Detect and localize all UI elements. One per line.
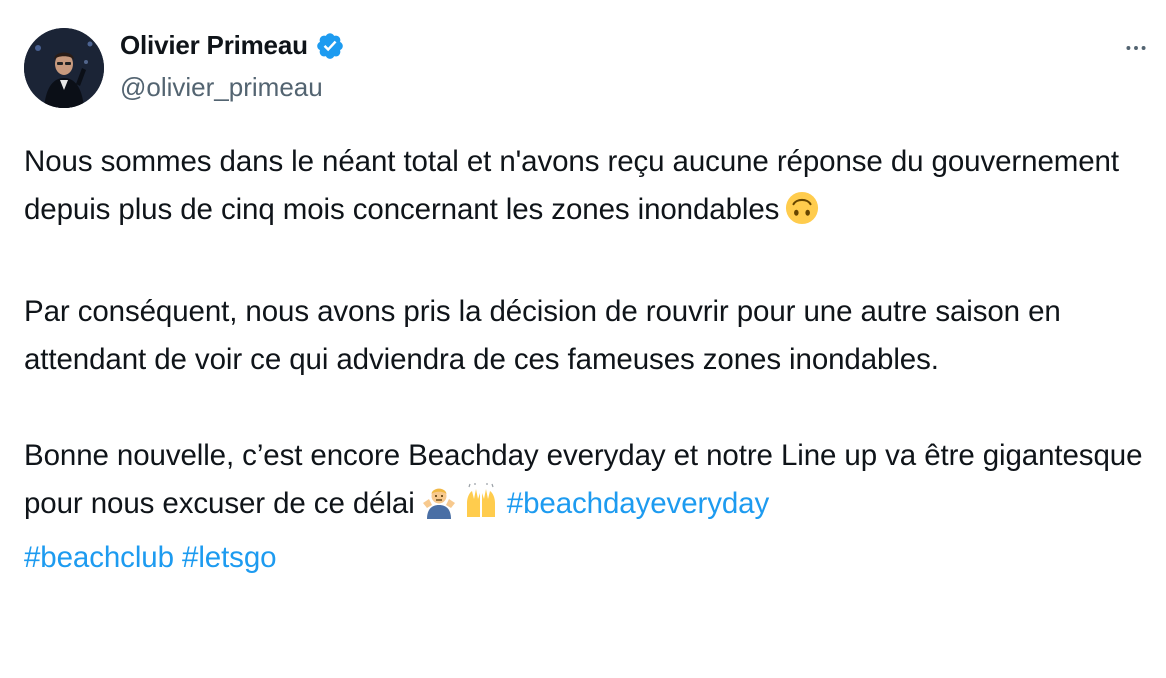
man-shrugging-icon bbox=[421, 483, 457, 534]
author-name-row: Olivier Primeau bbox=[120, 30, 345, 61]
tweet-paragraph-1: Nous sommes dans le néant total et n'avo… bbox=[24, 138, 1144, 240]
author-display-name[interactable]: Olivier Primeau bbox=[120, 30, 308, 61]
tweet-card: Olivier Primeau @olivier_primeau Nous so… bbox=[0, 0, 1166, 678]
tweet-paragraph-2-text: Par conséquent, nous avons pris la décis… bbox=[24, 295, 1061, 376]
hashtag-link[interactable]: #beachdayeveryday bbox=[507, 487, 769, 520]
upside-down-face-icon bbox=[785, 191, 819, 240]
more-options-button[interactable] bbox=[1116, 28, 1156, 68]
tweet-paragraph-2: Par conséquent, nous avons pris la décis… bbox=[24, 288, 1144, 384]
hashtag-link[interactable]: #beachclub bbox=[24, 541, 174, 574]
more-horizontal-icon bbox=[1126, 46, 1146, 50]
tweet-text: Nous sommes dans le néant total et n'avo… bbox=[24, 138, 1144, 582]
hashtag-link[interactable]: #letsgo bbox=[182, 541, 277, 574]
author-handle[interactable]: @olivier_primeau bbox=[120, 72, 323, 103]
verified-badge-icon[interactable] bbox=[315, 31, 345, 61]
avatar[interactable] bbox=[24, 28, 104, 108]
tweet-paragraph-3: Bonne nouvelle, c’est encore Beachday ev… bbox=[24, 432, 1144, 582]
tweet-paragraph-1-text: Nous sommes dans le néant total et n'avo… bbox=[24, 145, 1119, 226]
raising-hands-icon bbox=[463, 483, 499, 534]
